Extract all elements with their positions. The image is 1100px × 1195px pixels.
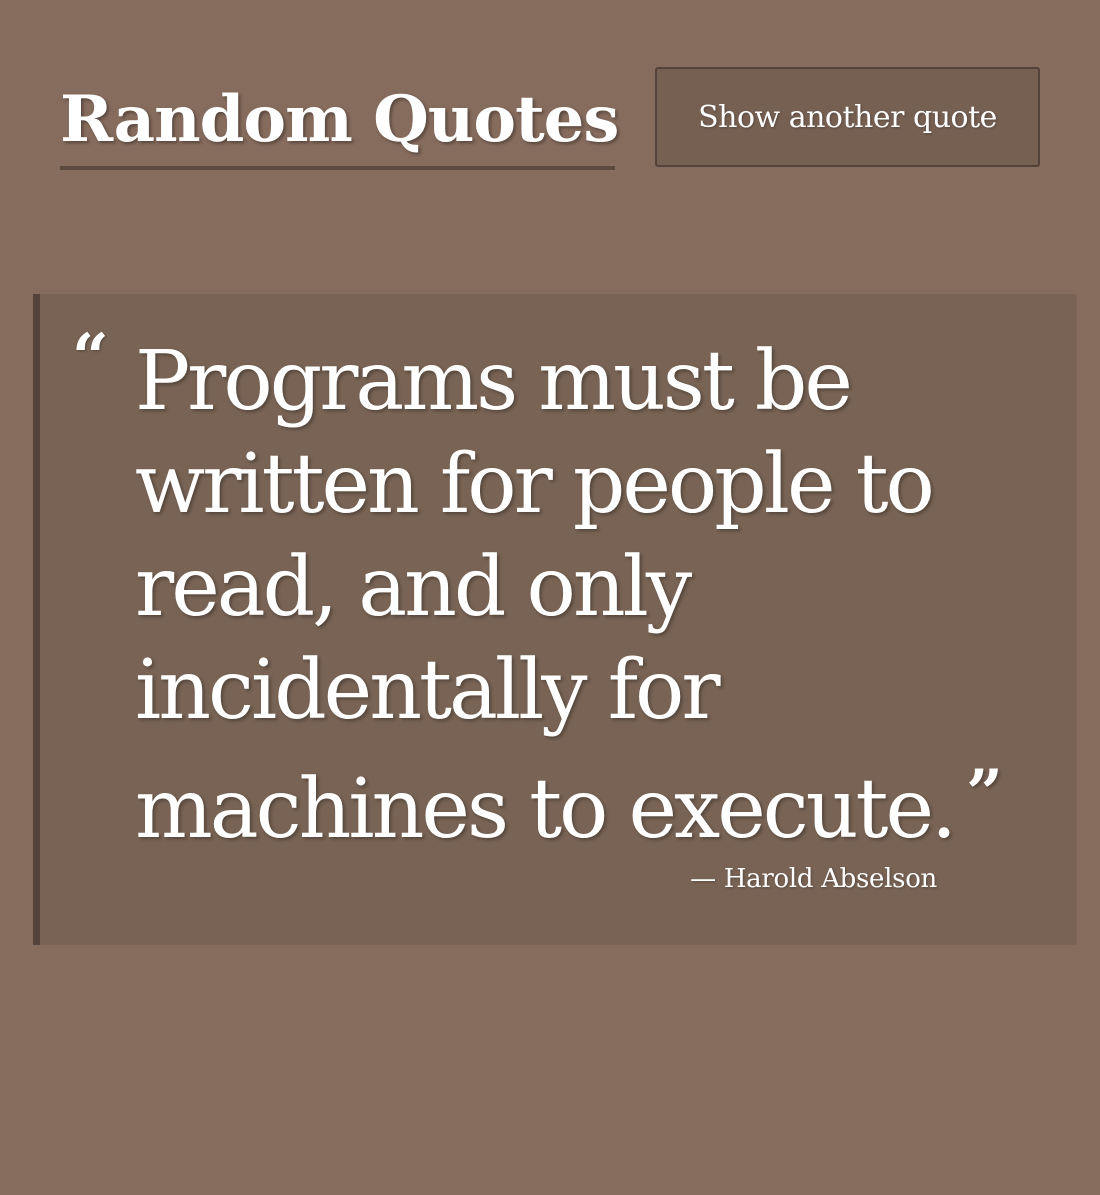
page-title: Random Quotes (60, 82, 619, 157)
quote-card: “ Programs must be written for people to… (33, 294, 1077, 945)
quote-text: Programs must be written for people to r… (135, 334, 957, 857)
quote-text-block: Programs must be written for people to r… (135, 330, 1035, 861)
attribution-dash: — (690, 864, 716, 894)
close-quote-icon: ” (966, 756, 1003, 831)
open-quote-icon: “ (72, 320, 109, 395)
show-another-quote-button[interactable]: Show another quote (655, 67, 1040, 167)
quote-author: Harold Abselson (723, 864, 937, 894)
title-underline (60, 166, 615, 170)
quote-attribution: — Harold Abselson (690, 864, 937, 894)
